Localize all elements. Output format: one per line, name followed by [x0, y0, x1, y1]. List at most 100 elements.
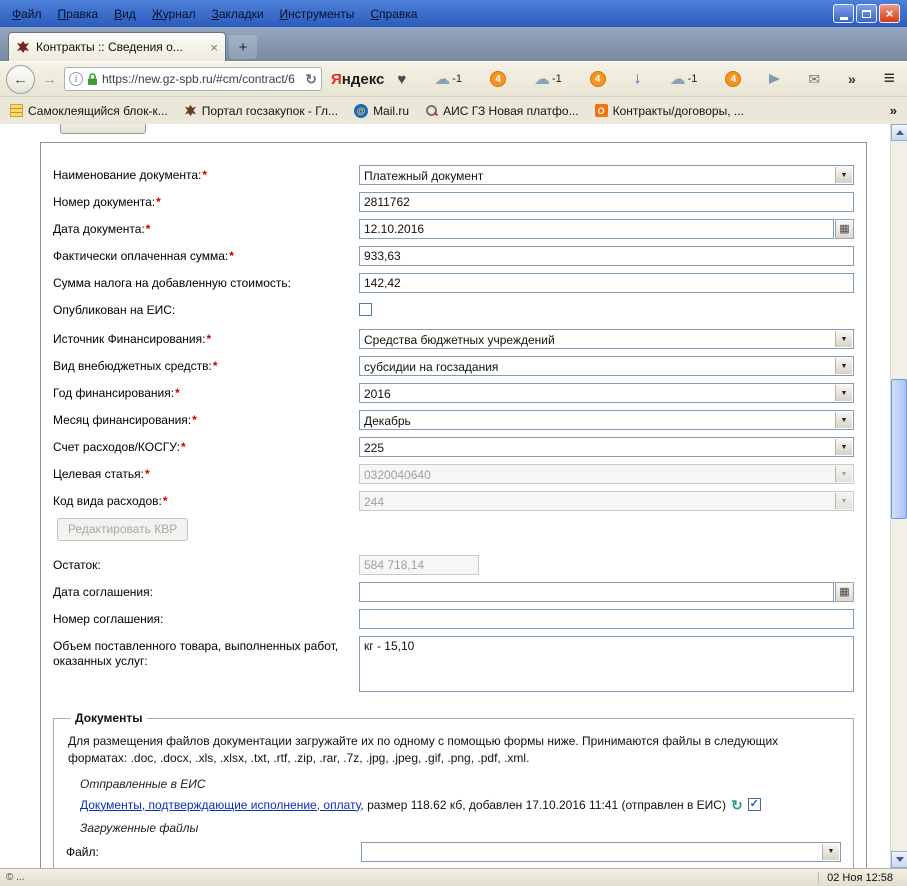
- eis-published-checkbox[interactable]: [359, 303, 372, 316]
- scrollbar-thumb[interactable]: [891, 379, 907, 519]
- required-mark: *: [202, 168, 208, 182]
- url-bar[interactable]: i https://new.gz-spb.ru/#cm/contract/6 ↻: [64, 67, 322, 91]
- tab-contracts[interactable]: Контракты :: Сведения о... ×: [8, 32, 226, 61]
- form-row: Дата документа:* ▦: [53, 219, 854, 239]
- bookmark-heart-icon[interactable]: ♥: [397, 71, 406, 88]
- vertical-scrollbar[interactable]: [890, 124, 907, 868]
- calendar-icon: ▦: [839, 585, 850, 598]
- form-row: Источник Финансирования:* Средства бюдже…: [53, 329, 854, 349]
- arrow-up-icon: [895, 130, 904, 135]
- edit-kvr-button[interactable]: Редактировать КВР: [57, 518, 189, 541]
- vat-amount-input[interactable]: [359, 273, 854, 293]
- tab-close-icon[interactable]: ×: [210, 40, 218, 55]
- mail-icon[interactable]: ✉: [808, 71, 820, 88]
- reload-button[interactable]: ↻: [305, 71, 317, 88]
- document-name-select[interactable]: Платежный документ ▼: [359, 165, 854, 185]
- new-tab-button[interactable]: +: [229, 35, 257, 59]
- form-row: Дата соглашения: ▦: [53, 582, 854, 602]
- chevron-down-icon: ▼: [835, 167, 852, 183]
- sent-to-eis-heading: Отправленные в ЕИС: [80, 776, 206, 791]
- field-label: Месяц финансирования:*: [53, 413, 197, 427]
- bookmark-ais-gz[interactable]: АИС ГЗ Новая платфо...: [425, 104, 579, 118]
- send-icon[interactable]: [769, 74, 781, 84]
- field-label: Фактически оплаченная сумма:*: [53, 249, 234, 263]
- calendar-button[interactable]: ▦: [835, 582, 854, 602]
- documents-legend: Документы: [75, 711, 143, 725]
- required-mark: *: [212, 359, 218, 373]
- form-row: Вид внебюджетных средств:* субсидии на г…: [53, 356, 854, 376]
- field-label: Вид внебюджетных средств:*: [53, 359, 218, 373]
- required-mark: *: [180, 440, 186, 454]
- weather-extension-1[interactable]: ☁ -1: [434, 69, 462, 89]
- document-number-input[interactable]: [359, 192, 854, 212]
- close-button[interactable]: ×: [879, 4, 900, 23]
- bookmark-contracts[interactable]: О Контракты/договоры, ...: [594, 104, 744, 118]
- bookmark-goszakupki-portal[interactable]: Портал госзакупок - Гл...: [184, 104, 338, 118]
- weather-extension-3[interactable]: ☁ -1: [670, 69, 698, 89]
- funding-year-select[interactable]: 2016 ▼: [359, 383, 854, 403]
- notifier-badge-3[interactable]: 4: [725, 71, 742, 87]
- toolbar-overflow-icon[interactable]: »: [848, 71, 856, 87]
- sent-checkbox[interactable]: ✓: [747, 798, 761, 812]
- agreement-number-input[interactable]: [359, 609, 854, 629]
- extrabudget-type-select[interactable]: субсидии на госзадания ▼: [359, 356, 854, 376]
- agreement-date-input[interactable]: [359, 582, 834, 602]
- funding-source-select[interactable]: Средства бюджетных учреждений ▼: [359, 329, 854, 349]
- kosgu-account-select[interactable]: 225 ▼: [359, 437, 854, 457]
- document-date-input[interactable]: [359, 219, 834, 239]
- form-row: Объем поставленного товара, выполненных …: [53, 636, 854, 697]
- notifier-badge-1[interactable]: 4: [489, 71, 506, 87]
- minimize-icon: [839, 16, 848, 20]
- yandex-search[interactable]: Яндекс: [331, 71, 384, 88]
- bookmark-mailru[interactable]: @ Mail.ru: [354, 103, 409, 118]
- menu-history[interactable]: Журнал: [144, 3, 204, 25]
- status-text: © ...: [6, 872, 25, 883]
- sync-icon[interactable]: ↻: [731, 798, 743, 812]
- form-row: Счет расходов/КОСГУ:* 225 ▼: [53, 437, 854, 457]
- page-info-icon[interactable]: i: [69, 72, 83, 86]
- eagle-icon: [184, 104, 197, 117]
- calendar-button[interactable]: ▦: [835, 219, 854, 239]
- contract-payment-panel: Наименование документа:* Платежный докум…: [40, 142, 867, 868]
- menu-file[interactable]: Файл: [4, 3, 50, 25]
- chevron-down-icon: ▼: [835, 385, 852, 401]
- form-row: Остаток:: [53, 555, 854, 575]
- url-text[interactable]: https://new.gz-spb.ru/#cm/contract/6: [102, 72, 301, 86]
- file-select[interactable]: ▼: [361, 841, 841, 862]
- chevron-down-icon: ▼: [835, 493, 852, 509]
- forward-button[interactable]: →: [40, 71, 59, 88]
- required-mark: *: [162, 494, 168, 508]
- clipped-button[interactable]: [60, 124, 146, 134]
- bookmarks-bar: Самоклеящийся блок-к... Портал госзакупо…: [0, 96, 907, 124]
- form-row: Сумма налога на добавленную стоимость:: [53, 273, 854, 293]
- back-button[interactable]: ←: [6, 64, 35, 94]
- scroll-up-button[interactable]: [891, 124, 907, 141]
- delivered-volume-textarea[interactable]: кг - 15,10: [359, 636, 854, 692]
- document-row: Документы, подтверждающие исполнение, оп…: [80, 798, 841, 812]
- menu-tools[interactable]: Инструменты: [272, 3, 363, 25]
- bookmark-label: АИС ГЗ Новая платфо...: [443, 103, 579, 118]
- hamburger-menu-icon[interactable]: ≡: [884, 68, 897, 90]
- select-value: Декабрь: [364, 414, 411, 428]
- form-row: Файл: ▼: [66, 841, 841, 862]
- funding-month-select[interactable]: Декабрь ▼: [359, 410, 854, 430]
- bookmarks-overflow-icon[interactable]: »: [890, 103, 897, 118]
- expense-kind-code-select: 244 ▼: [359, 491, 854, 511]
- document-link[interactable]: Документы, подтверждающие исполнение, оп…: [80, 798, 360, 812]
- mailru-icon: @: [354, 103, 369, 118]
- bookmark-sticky-notes[interactable]: Самоклеящийся блок-к...: [10, 104, 168, 118]
- notifier-badge-2[interactable]: 4: [589, 71, 606, 87]
- menu-view[interactable]: Вид: [106, 3, 144, 25]
- minimize-button[interactable]: [833, 4, 854, 23]
- site-favicon-icon: [16, 40, 30, 54]
- menu-bookmarks[interactable]: Закладки: [204, 3, 272, 25]
- navigation-toolbar: ← → i https://new.gz-spb.ru/#cm/contract…: [0, 61, 907, 96]
- scroll-down-button[interactable]: [891, 851, 907, 868]
- menu-edit[interactable]: Правка: [50, 3, 107, 25]
- paid-amount-input[interactable]: [359, 246, 854, 266]
- weather-extension-2[interactable]: ☁ -1: [534, 69, 562, 89]
- maximize-button[interactable]: [856, 4, 877, 23]
- select-value: 2016: [364, 387, 391, 401]
- downloads-icon[interactable]: ↓: [634, 70, 642, 88]
- menu-help[interactable]: Справка: [362, 3, 425, 25]
